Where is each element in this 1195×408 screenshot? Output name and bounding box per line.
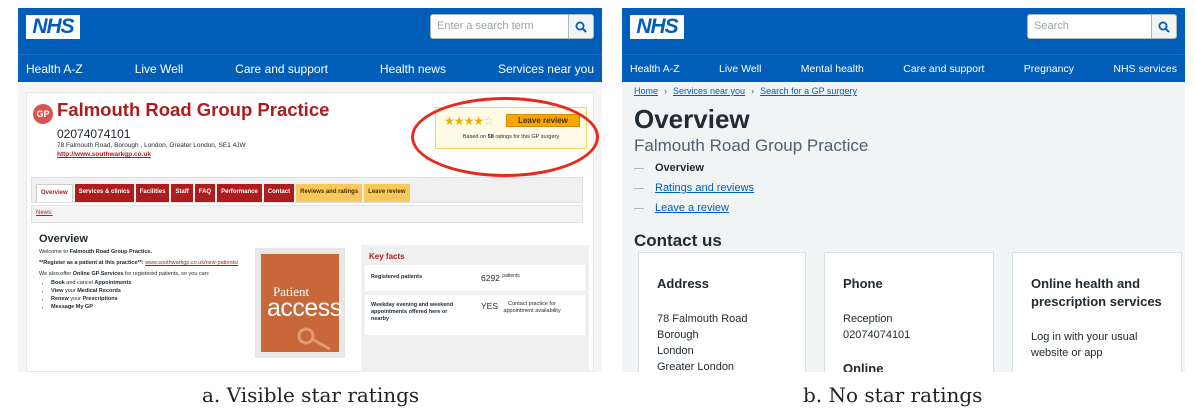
contents-link[interactable]: Leave a review bbox=[634, 198, 754, 218]
main-nav: Health A-Z Live Well Mental health Care … bbox=[622, 54, 1185, 82]
search-input[interactable]: Enter a search term bbox=[430, 14, 568, 39]
nav-item[interactable]: NHS services bbox=[1113, 63, 1177, 75]
nav-item[interactable]: Health A-Z bbox=[630, 63, 680, 75]
panel-b-screenshot: NHS Search Health A-Z Live Well Mental h… bbox=[622, 8, 1185, 372]
list-item: Book and cancel Appointments bbox=[51, 279, 249, 287]
practice-phone: 02074074101 bbox=[57, 127, 131, 141]
nav-item[interactable]: Health A-Z bbox=[26, 62, 83, 76]
phone-card: Phone Reception 02074074101 Online bbox=[824, 252, 994, 372]
header: NHS Search bbox=[622, 8, 1185, 54]
chevron-right-icon: › bbox=[751, 86, 755, 96]
address-lines: 78 Falmouth Road Borough London Greater … bbox=[657, 313, 748, 372]
nav-item[interactable]: Health news bbox=[380, 62, 446, 76]
tab-services[interactable]: Services & clinics bbox=[74, 184, 134, 202]
page-subtitle: Falmouth Road Group Practice bbox=[634, 136, 869, 155]
key-fact-row: Weekday evening and weekend appointments… bbox=[365, 295, 585, 335]
list-item: Message My GP bbox=[51, 303, 249, 311]
nav-item[interactable]: Care and support bbox=[235, 62, 328, 76]
breadcrumb: Home › Services near you › Search for a GP s… bbox=[634, 86, 857, 96]
list-item: Renew your Prescriptions bbox=[51, 295, 249, 303]
nav-item[interactable]: Care and support bbox=[903, 63, 984, 75]
profile-tabs: Overview Services & clinics Facilities S… bbox=[31, 177, 583, 203]
breadcrumb-link[interactable]: Search for a GP surgery bbox=[760, 86, 857, 96]
tab-facilities[interactable]: Facilities bbox=[135, 184, 170, 202]
patient-count: 6292 bbox=[481, 273, 500, 283]
card-heading: Online health and prescription services bbox=[1031, 276, 1162, 309]
search-input[interactable]: Search bbox=[1027, 14, 1151, 39]
search-icon bbox=[575, 21, 587, 33]
caption-a: a. Visible star ratings bbox=[202, 383, 420, 407]
online-services-card: Online health and prescription services … bbox=[1012, 252, 1182, 372]
search-button[interactable] bbox=[568, 14, 594, 39]
main-nav: Health A-Z Live Well Care and support He… bbox=[18, 54, 602, 82]
caption-b: b. No star ratings bbox=[803, 383, 983, 407]
practice-address: 78 Falmouth Road, Borough , London, Grea… bbox=[57, 142, 246, 149]
address-card: Address 78 Falmouth Road Borough London … bbox=[638, 252, 806, 372]
contents-list: Overview Ratings and reviews Leave a rev… bbox=[634, 158, 754, 218]
nav-item[interactable]: Mental health bbox=[801, 63, 864, 75]
tab-overview[interactable]: Overview bbox=[36, 184, 73, 202]
key-facts-heading: Key facts bbox=[369, 252, 405, 261]
phone-number[interactable]: 02074074101 bbox=[843, 329, 910, 341]
panel-a-screenshot: NHS Enter a search term Health A-Z Live … bbox=[18, 8, 602, 372]
search-button[interactable] bbox=[1151, 14, 1177, 39]
search-form: Enter a search term bbox=[430, 14, 594, 39]
contact-heading: Contact us bbox=[634, 231, 722, 250]
contents-item-current: Overview bbox=[634, 158, 754, 178]
overview-heading: Overview bbox=[39, 233, 88, 245]
breadcrumb-link[interactable]: Home bbox=[634, 86, 658, 96]
nav-item[interactable]: Live Well bbox=[135, 62, 183, 76]
tab-reviews[interactable]: Reviews and ratings bbox=[296, 184, 363, 202]
overview-text: Welcome to Falmouth Road Group Practice.… bbox=[39, 248, 249, 311]
practice-website-link[interactable]: http://www.southwarkgp.co.uk bbox=[57, 151, 151, 158]
key-icon bbox=[297, 327, 331, 351]
nav-item[interactable]: Services near you bbox=[498, 62, 594, 76]
page-title: Overview bbox=[634, 104, 750, 134]
tab-contact[interactable]: Contact bbox=[263, 184, 295, 202]
search-form: Search bbox=[1027, 14, 1177, 39]
tab-staff[interactable]: Staff bbox=[171, 184, 193, 202]
phone-label: Reception bbox=[843, 313, 893, 325]
tab-leave-review[interactable]: Leave review bbox=[364, 184, 410, 202]
tab-performance[interactable]: Performance bbox=[217, 184, 262, 202]
card-heading: Address bbox=[657, 276, 710, 291]
patient-access-logo[interactable]: Patient access bbox=[255, 248, 345, 358]
nav-item[interactable]: Live Well bbox=[719, 63, 761, 75]
chevron-right-icon: › bbox=[664, 86, 668, 96]
card-heading: Phone bbox=[843, 276, 883, 291]
tab-faq[interactable]: FAQ bbox=[194, 184, 216, 202]
breadcrumb-link[interactable]: Services near you bbox=[673, 86, 745, 96]
register-link[interactable]: www.southwarkgp.co.uk/new-patients/ bbox=[145, 260, 238, 266]
search-icon bbox=[1158, 21, 1170, 33]
news-link[interactable]: News: bbox=[31, 205, 583, 223]
list-item: View your Medical Records bbox=[51, 287, 249, 295]
page-body: GP Falmouth Road Group Practice 02074074… bbox=[18, 82, 602, 372]
practice-name: Falmouth Road Group Practice bbox=[57, 99, 330, 120]
online-services-list: Book and cancel Appointments View your M… bbox=[51, 279, 249, 311]
card-text: Log in with your usual website or app bbox=[1031, 331, 1138, 359]
card-heading: Online bbox=[843, 361, 884, 372]
key-facts-panel: Key facts Registered patients 6292 patie… bbox=[361, 245, 589, 372]
gp-badge-icon: GP bbox=[33, 104, 53, 124]
nhs-logo[interactable]: NHS bbox=[630, 15, 684, 39]
contents-link[interactable]: Ratings and reviews bbox=[634, 178, 754, 198]
nav-item[interactable]: Pregnancy bbox=[1024, 63, 1074, 75]
practice-profile: GP Falmouth Road Group Practice 02074074… bbox=[26, 92, 599, 372]
key-fact-row: Registered patients 6292 patients bbox=[365, 265, 585, 291]
highlight-ring bbox=[411, 97, 599, 177]
nhs-logo[interactable]: NHS bbox=[26, 15, 80, 39]
header: NHS Enter a search term bbox=[18, 8, 602, 54]
